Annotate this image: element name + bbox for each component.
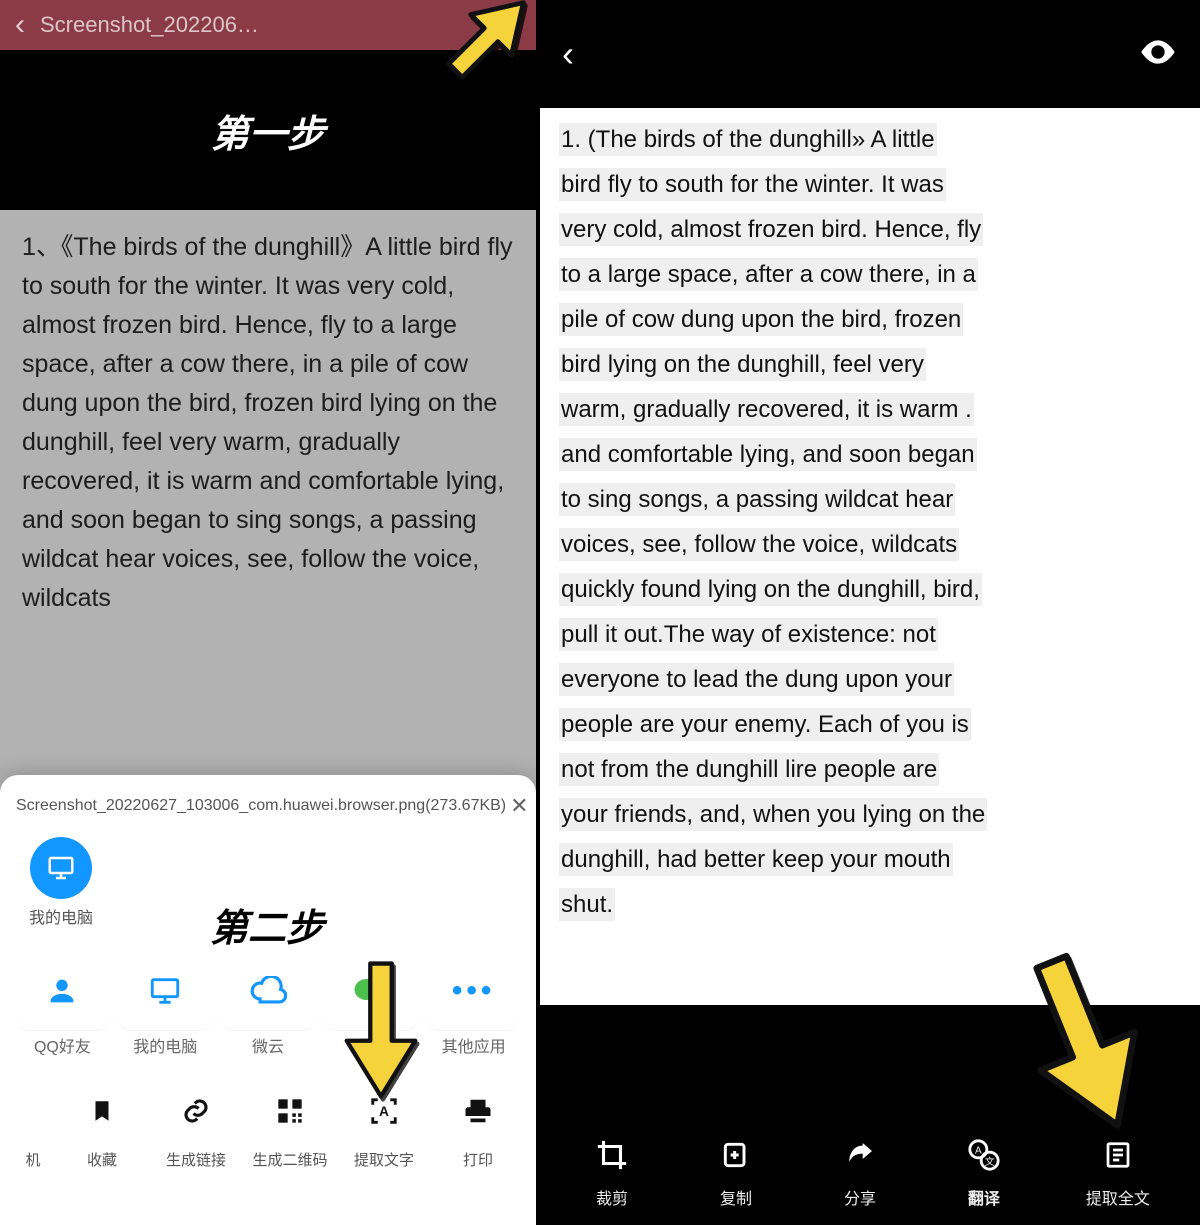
ocr-line[interactable]: pile of cow dung upon the bird, frozen [560,304,962,335]
copy-icon [714,1133,758,1177]
lbl-mypc: 我的电脑 [119,1036,212,1061]
ocr-line[interactable]: 1. (The birds of the dunghill» A little [560,124,936,155]
ocr-line[interactable]: voices, see, follow the voice, wildcats [560,529,958,560]
right-header: ‹ [540,0,1200,108]
share-sheet: Screenshot_20220627_103006_com.huawei.br… [0,775,536,1225]
left-header: ‹ Screenshot_202206… + [0,0,536,50]
ocr-line[interactable]: everyone to lead the dung upon your [560,664,953,695]
ocr-line[interactable]: pull it out.The way of existence: not [560,619,937,650]
tool-translate[interactable]: A文 翻译 [962,1133,1006,1209]
right-toolbar: 裁剪 复制 分享 A文 翻译 提取全文 [540,1005,1200,1225]
action-favorite[interactable]: 收藏 [60,1079,144,1172]
step1-label: 第一步 [211,103,325,158]
ocr-line[interactable]: to sing songs, a passing wildcat hear [560,484,954,515]
my-pc-target[interactable]: 我的电脑 [16,837,106,932]
share-qq-friend[interactable] [16,952,109,1030]
action-generate-qrcode[interactable]: 生成二维码 [248,1079,332,1172]
ocr-line[interactable]: bird fly to south for the winter. It was [560,169,945,200]
action-generate-link[interactable]: 生成链接 [154,1079,238,1172]
ocr-line[interactable]: shut. [560,889,614,920]
ocr-line[interactable]: dunghill, had better keep your mouth [560,844,952,875]
ocr-line[interactable]: quickly found lying on the dunghill, bir… [560,574,981,605]
share-my-pc[interactable] [119,952,212,1030]
share-icon [838,1133,882,1177]
monitor-icon [30,837,92,899]
back-icon[interactable]: ‹ [0,8,40,42]
action-print[interactable]: 打印 [436,1079,520,1172]
close-icon[interactable]: ✕ [506,789,532,823]
share-other-apps[interactable]: ••• [427,952,520,1030]
lbl-weiyun: 微云 [222,1036,315,1061]
svg-text:文: 文 [985,1155,995,1168]
left-screenshot: ‹ Screenshot_202206… + 第一步 1、《The birds … [0,0,540,1225]
tool-crop[interactable]: 裁剪 [590,1133,634,1209]
tool-share[interactable]: 分享 [838,1133,882,1209]
step2-label: 第二步 [210,900,324,959]
bookmark-icon [70,1079,134,1143]
arrow-icon [1000,945,1170,1145]
ocr-line[interactable]: not from the dunghill lire people are [560,754,938,785]
right-screenshot: ‹ 1. (The birds of the dunghill» A littl… [540,0,1200,1225]
ocr-line[interactable]: bird lying on the dunghill, feel very [560,349,925,380]
row2-truncated-first[interactable]: 机 [16,1079,50,1172]
sheet-filename: Screenshot_20220627_103006_com.huawei.br… [16,794,506,819]
eye-icon[interactable] [1138,32,1178,77]
my-pc-label: 我的电脑 [29,907,93,932]
crop-icon [590,1133,634,1177]
left-body: 1、《The birds of the dunghill》A little bi… [0,210,536,1225]
story-text: 1、《The birds of the dunghill》A little bi… [22,233,513,612]
translate-icon: A文 [962,1133,1006,1177]
lbl-qq: QQ好友 [16,1036,109,1061]
ocr-line[interactable]: to a large space, after a cow there, in … [560,259,977,290]
header-title: Screenshot_202206… [40,12,486,38]
printer-icon [446,1079,510,1143]
ocr-line[interactable]: people are your enemy. Each of you is [560,709,970,740]
svg-text:A: A [379,1104,389,1119]
add-icon[interactable]: + [486,6,536,45]
ocr-line[interactable]: and comfortable lying, and soon began [560,439,976,470]
back-icon[interactable]: ‹ [562,33,574,75]
step1-banner: 第一步 [0,50,536,210]
extracted-text[interactable]: 1. (The birds of the dunghill» A little b… [540,108,1200,926]
document-icon [1096,1133,1140,1177]
lbl-wechat: 微 [324,1036,417,1061]
qrcode-icon [258,1079,322,1143]
ocr-line[interactable]: warm, gradually recovered, it is warm . [560,394,973,425]
ocr-line[interactable]: very cold, almost frozen bird. Hence, fl… [560,214,982,245]
share-wechat[interactable] [324,952,417,1030]
ocr-line[interactable]: your friends, and, when you lying on the [560,799,986,830]
share-weiyun[interactable] [222,952,315,1030]
action-extract-text[interactable]: A 提取文字 [342,1079,426,1172]
lbl-other: 其他应用 [427,1036,520,1061]
tool-extract-all[interactable]: 提取全文 [1086,1133,1150,1209]
link-icon [164,1079,228,1143]
svg-text:A: A [975,1146,982,1157]
tool-copy[interactable]: 复制 [714,1133,758,1209]
ocr-icon: A [352,1079,416,1143]
